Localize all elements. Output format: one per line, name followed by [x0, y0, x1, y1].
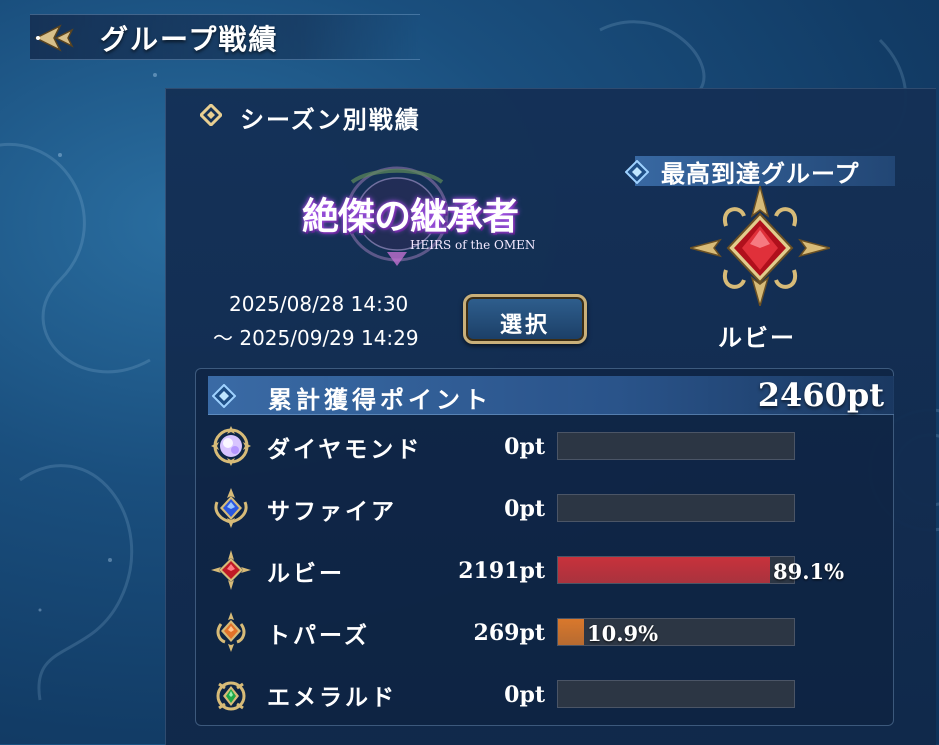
row-points: 0pt: [504, 682, 545, 708]
progress-bar-track: [557, 680, 795, 708]
row-points: 269pt: [473, 620, 545, 646]
progress-bar-track: [557, 432, 795, 460]
group-row-diamond: ダイヤモンド 0pt: [205, 418, 895, 474]
row-name: トパーズ: [267, 623, 370, 649]
group-row-ruby: ルビー 2191pt 89.1%: [205, 542, 895, 598]
progress-bar-fill: [558, 557, 770, 583]
progress-bar-track: [557, 494, 795, 522]
row-name: ダイヤモンド: [267, 437, 423, 463]
row-points: 0pt: [504, 496, 545, 522]
progress-bar-track: [557, 556, 795, 584]
progress-percent: 10.9%: [587, 621, 659, 646]
emerald-icon: [216, 681, 246, 711]
diamond-bullet-icon: [200, 104, 222, 126]
row-name: サファイア: [267, 499, 397, 525]
row-points: 2191pt: [458, 558, 545, 584]
select-season-button[interactable]: 選択: [463, 294, 587, 344]
season-section-title: シーズン別戦績: [240, 106, 421, 134]
season-end-date: ～ 2025/09/29 14:29: [213, 326, 419, 350]
select-season-label: 選択: [499, 313, 550, 338]
group-row-topaz: トパーズ 269pt 10.9%: [205, 604, 895, 660]
diamond-bullet-icon: [212, 384, 236, 408]
top-group-label: 最高到達グループ: [661, 160, 860, 188]
topaz-icon: [216, 612, 246, 652]
diamond-icon: [211, 426, 251, 466]
season-logo-subtitle: HEIRS of the OMEN: [410, 238, 536, 252]
group-row-sapphire: サファイア 0pt: [205, 480, 895, 536]
page-title: グループ戦績: [100, 23, 279, 56]
points-total: 2460pt: [757, 376, 884, 414]
sapphire-icon: [214, 488, 248, 528]
back-button[interactable]: [30, 22, 78, 54]
row-name: エメラルド: [267, 685, 397, 711]
ruby-emblem-icon: [690, 186, 830, 306]
row-points: 0pt: [504, 434, 545, 460]
row-name: ルビー: [267, 561, 345, 587]
season-start-date: 2025/08/28 14:30: [229, 292, 409, 316]
progress-percent: 89.1%: [773, 559, 845, 584]
top-group-header: 最高到達グループ: [625, 152, 895, 188]
header: グループ戦績: [0, 0, 420, 74]
back-arrow-icon: [34, 24, 74, 52]
progress-bar-fill: [558, 619, 584, 645]
ruby-icon: [211, 550, 251, 590]
points-label: 累計獲得ポイント: [268, 386, 492, 414]
diamond-bullet-icon: [625, 160, 649, 184]
season-logo-title: 絶傑の継承者: [302, 194, 519, 238]
group-row-emerald: エメラルド 0pt: [205, 666, 895, 722]
top-group-name: ルビー: [718, 324, 796, 352]
